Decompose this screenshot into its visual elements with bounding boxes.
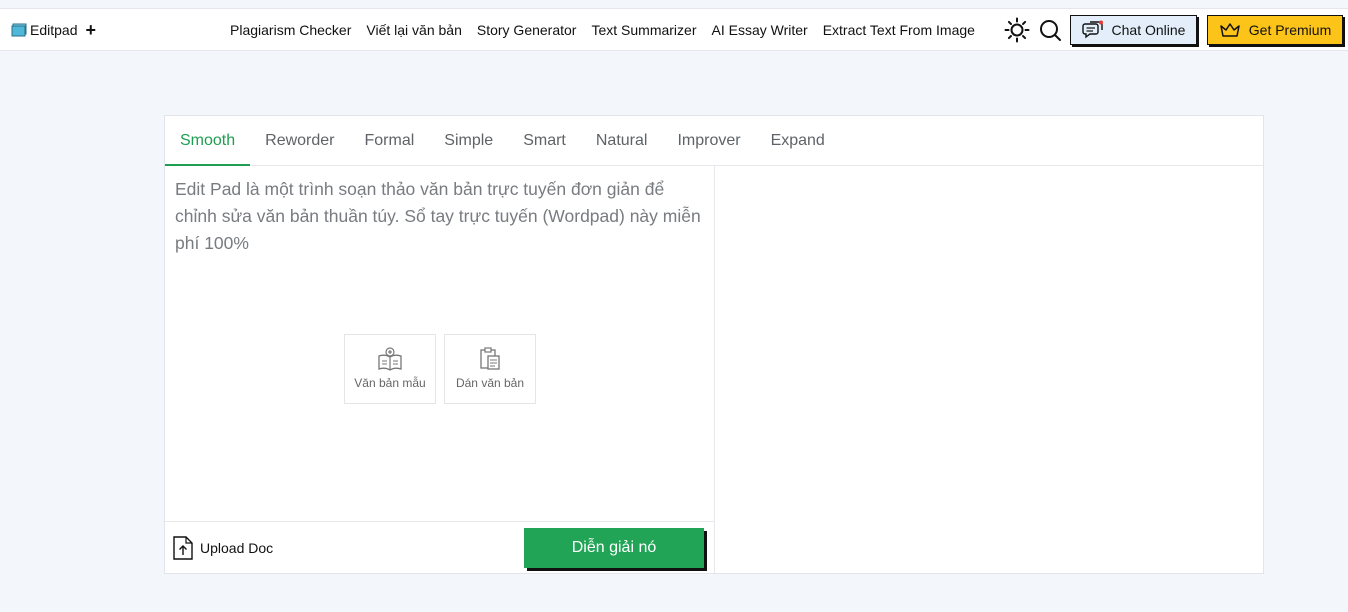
upload-doc-label: Upload Doc [200, 540, 274, 556]
logo-text: Editpad [30, 22, 78, 38]
search-icon [1040, 20, 1061, 41]
tab-simple[interactable]: Simple [429, 116, 508, 165]
tab-smooth[interactable]: Smooth [165, 116, 251, 166]
nav-extract-text[interactable]: Extract Text From Image [823, 22, 975, 38]
mode-tabs: Smooth Reworder Formal Simple Smart Natu… [165, 116, 1263, 166]
clipboard-icon [480, 347, 500, 370]
chat-online-button[interactable]: Chat Online [1070, 15, 1197, 45]
tab-expand[interactable]: Expand [756, 116, 840, 165]
main-nav: Plagiarism Checker Viết lại văn bản Stor… [230, 9, 975, 51]
chat-icon [1081, 20, 1103, 39]
theme-toggle-button[interactable] [1004, 17, 1030, 43]
output-pane [716, 166, 1263, 573]
upload-file-icon [173, 536, 193, 560]
input-pane[interactable]: Edit Pad là một trình soạn thảo văn bản … [165, 166, 715, 573]
nav-plagiarism-checker[interactable]: Plagiarism Checker [230, 22, 351, 38]
input-placeholder[interactable]: Edit Pad là một trình soạn thảo văn bản … [175, 176, 705, 257]
chat-online-label: Chat Online [1111, 22, 1186, 38]
upload-doc-button[interactable]: Upload Doc [172, 536, 273, 560]
nav-ai-essay-writer[interactable]: AI Essay Writer [712, 22, 808, 38]
sample-text-button[interactable]: Văn bản mẫu [344, 334, 436, 404]
paraphraser-card: Smooth Reworder Formal Simple Smart Natu… [164, 115, 1264, 574]
new-document-button[interactable]: + [85, 21, 96, 39]
tab-improver[interactable]: Improver [662, 116, 755, 165]
paraphrase-button[interactable]: Diễn giải nó [524, 528, 704, 568]
book-plus-icon [378, 347, 402, 371]
search-button[interactable] [1037, 17, 1063, 43]
nav-story-generator[interactable]: Story Generator [477, 22, 577, 38]
tab-reworder[interactable]: Reworder [250, 116, 349, 165]
logo[interactable]: Editpad + [11, 21, 96, 39]
get-premium-button[interactable]: Get Premium [1207, 15, 1343, 45]
tab-natural[interactable]: Natural [581, 116, 663, 165]
top-strip [0, 0, 1348, 8]
paste-text-label: Dán văn bản [455, 376, 525, 390]
sun-icon [1004, 17, 1030, 43]
nav-rewrite-text[interactable]: Viết lại văn bản [366, 22, 461, 38]
paste-text-button[interactable]: Dán văn bản [444, 334, 536, 404]
input-footer: Upload Doc Diễn giải nó [165, 521, 714, 573]
tab-smart[interactable]: Smart [508, 116, 581, 165]
crown-icon [1220, 23, 1240, 37]
top-navbar: Editpad + Plagiarism Checker Viết lại vă… [0, 8, 1348, 51]
nav-text-summarizer[interactable]: Text Summarizer [591, 22, 696, 38]
tab-formal[interactable]: Formal [350, 116, 430, 165]
notebook-logo-icon [11, 23, 27, 37]
sample-text-label: Văn bản mẫu [354, 376, 426, 390]
get-premium-label: Get Premium [1248, 22, 1332, 38]
